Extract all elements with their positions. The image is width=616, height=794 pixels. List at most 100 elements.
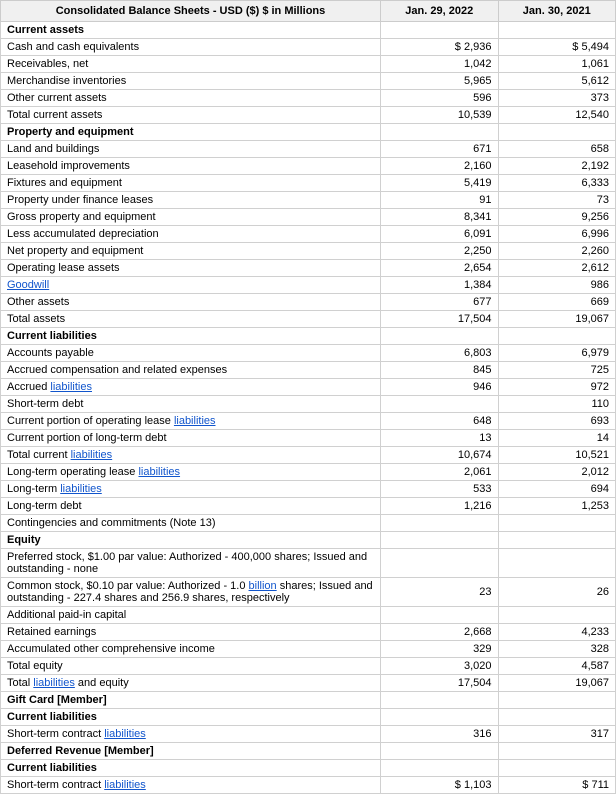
row-val2-22: 110 <box>498 396 616 413</box>
row-val2-27: 694 <box>498 481 616 498</box>
row-val2-38 <box>498 692 616 709</box>
row-val1-40: 316 <box>381 726 499 743</box>
row-val1-5: 10,539 <box>381 107 499 124</box>
row-label-23: Current portion of operating lease liabi… <box>1 413 381 430</box>
row-label-38: Gift Card [Member] <box>1 692 381 709</box>
row-label-24: Current portion of long-term debt <box>1 430 381 447</box>
row-val2-7: 658 <box>498 141 616 158</box>
row-val1-30 <box>381 532 499 549</box>
row-val1-20: 845 <box>381 362 499 379</box>
row-val2-16: 669 <box>498 294 616 311</box>
table-header-title: Consolidated Balance Sheets - USD ($) $ … <box>1 1 381 22</box>
row-val2-24: 14 <box>498 430 616 447</box>
row-val2-33 <box>498 607 616 624</box>
row-label-21: Accrued liabilities <box>1 379 381 396</box>
row-val2-26: 2,012 <box>498 464 616 481</box>
row-val1-38 <box>381 692 499 709</box>
row-val2-29 <box>498 515 616 532</box>
row-val2-41 <box>498 743 616 760</box>
row-val2-13: 2,260 <box>498 243 616 260</box>
table-header-col2: Jan. 30, 2021 <box>498 1 616 22</box>
row-label-6: Property and equipment <box>1 124 381 141</box>
row-label-27: Long-term liabilities <box>1 481 381 498</box>
row-val2-32: 26 <box>498 578 616 607</box>
row-val2-5: 12,540 <box>498 107 616 124</box>
row-val1-23: 648 <box>381 413 499 430</box>
row-label-4: Other current assets <box>1 90 381 107</box>
row-label-31: Preferred stock, $1.00 par value: Author… <box>1 549 381 578</box>
row-label-2: Receivables, net <box>1 56 381 73</box>
row-val2-8: 2,192 <box>498 158 616 175</box>
row-label-25: Total current liabilities <box>1 447 381 464</box>
row-label-8: Leasehold improvements <box>1 158 381 175</box>
row-val1-39 <box>381 709 499 726</box>
row-label-18: Current liabilities <box>1 328 381 345</box>
row-val1-11: 8,341 <box>381 209 499 226</box>
row-val2-11: 9,256 <box>498 209 616 226</box>
table-header-col1: Jan. 29, 2022 <box>381 1 499 22</box>
row-label-39: Current liabilities <box>1 709 381 726</box>
row-label-33: Additional paid-in capital <box>1 607 381 624</box>
row-val1-17: 17,504 <box>381 311 499 328</box>
row-label-41: Deferred Revenue [Member] <box>1 743 381 760</box>
row-label-13: Net property and equipment <box>1 243 381 260</box>
row-val1-41 <box>381 743 499 760</box>
row-val1-34: 2,668 <box>381 624 499 641</box>
row-label-32: Common stock, $0.10 par value: Authorize… <box>1 578 381 607</box>
row-val1-12: 6,091 <box>381 226 499 243</box>
row-val1-22 <box>381 396 499 413</box>
row-val1-31 <box>381 549 499 578</box>
row-val1-37: 17,504 <box>381 675 499 692</box>
row-val1-26: 2,061 <box>381 464 499 481</box>
row-val1-27: 533 <box>381 481 499 498</box>
row-val2-42 <box>498 760 616 777</box>
row-label-3: Merchandise inventories <box>1 73 381 90</box>
row-label-10: Property under finance leases <box>1 192 381 209</box>
row-val2-2: 1,061 <box>498 56 616 73</box>
row-label-7: Land and buildings <box>1 141 381 158</box>
row-label-17: Total assets <box>1 311 381 328</box>
row-val1-2: 1,042 <box>381 56 499 73</box>
row-val2-34: 4,233 <box>498 624 616 641</box>
row-label-40: Short-term contract liabilities <box>1 726 381 743</box>
row-val1-21: 946 <box>381 379 499 396</box>
row-val2-12: 6,996 <box>498 226 616 243</box>
row-val2-36: 4,587 <box>498 658 616 675</box>
row-label-12: Less accumulated depreciation <box>1 226 381 243</box>
row-val1-16: 677 <box>381 294 499 311</box>
row-val2-15: 986 <box>498 277 616 294</box>
row-val1-43: $ 1,103 <box>381 777 499 794</box>
row-val2-40: 317 <box>498 726 616 743</box>
balance-sheet-table: Consolidated Balance Sheets - USD ($) $ … <box>0 0 616 794</box>
row-label-26: Long-term operating lease liabilities <box>1 464 381 481</box>
row-label-22: Short-term debt <box>1 396 381 413</box>
row-label-28: Long-term debt <box>1 498 381 515</box>
row-val2-3: 5,612 <box>498 73 616 90</box>
row-label-20: Accrued compensation and related expense… <box>1 362 381 379</box>
row-val2-10: 73 <box>498 192 616 209</box>
row-label-30: Equity <box>1 532 381 549</box>
row-val2-21: 972 <box>498 379 616 396</box>
row-val1-9: 5,419 <box>381 175 499 192</box>
row-label-35: Accumulated other comprehensive income <box>1 641 381 658</box>
row-val1-33 <box>381 607 499 624</box>
row-val2-25: 10,521 <box>498 447 616 464</box>
row-val1-14: 2,654 <box>381 260 499 277</box>
row-val1-0 <box>381 22 499 39</box>
row-val1-36: 3,020 <box>381 658 499 675</box>
row-val1-42 <box>381 760 499 777</box>
row-val2-28: 1,253 <box>498 498 616 515</box>
balance-sheet-container: Consolidated Balance Sheets - USD ($) $ … <box>0 0 616 794</box>
row-val2-35: 328 <box>498 641 616 658</box>
row-label-15: Goodwill <box>1 277 381 294</box>
row-val1-24: 13 <box>381 430 499 447</box>
row-val2-9: 6,333 <box>498 175 616 192</box>
row-val1-13: 2,250 <box>381 243 499 260</box>
row-val2-39 <box>498 709 616 726</box>
row-val1-15: 1,384 <box>381 277 499 294</box>
row-val1-28: 1,216 <box>381 498 499 515</box>
row-val1-35: 329 <box>381 641 499 658</box>
row-val1-32: 23 <box>381 578 499 607</box>
row-label-19: Accounts payable <box>1 345 381 362</box>
row-label-14: Operating lease assets <box>1 260 381 277</box>
